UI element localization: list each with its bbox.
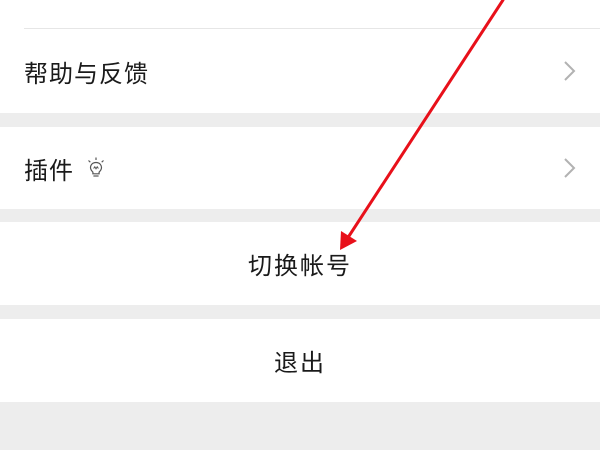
plugins-label: 插件 (24, 156, 74, 185)
switch-account-group: 切换帐号 (0, 222, 600, 305)
plugins-row[interactable]: 插件 (0, 127, 600, 209)
chevron-right-icon (564, 158, 576, 178)
help-feedback-label: 帮助与反馈 (24, 59, 149, 88)
logout-label: 退出 (274, 349, 326, 377)
switch-account-button[interactable]: 切换帐号 (0, 222, 600, 305)
logout-button[interactable]: 退出 (0, 319, 600, 402)
settings-screen: 帮助与反馈 插件 切换帐号 退出 (0, 0, 600, 450)
logout-group: 退出 (0, 319, 600, 402)
chevron-right-icon (564, 61, 576, 81)
plugins-group: 插件 (0, 127, 600, 209)
settings-group-top: 帮助与反馈 (0, 0, 600, 113)
lightbulb-icon (88, 157, 104, 177)
help-feedback-row[interactable]: 帮助与反馈 (0, 29, 600, 113)
switch-account-label: 切换帐号 (248, 252, 352, 280)
